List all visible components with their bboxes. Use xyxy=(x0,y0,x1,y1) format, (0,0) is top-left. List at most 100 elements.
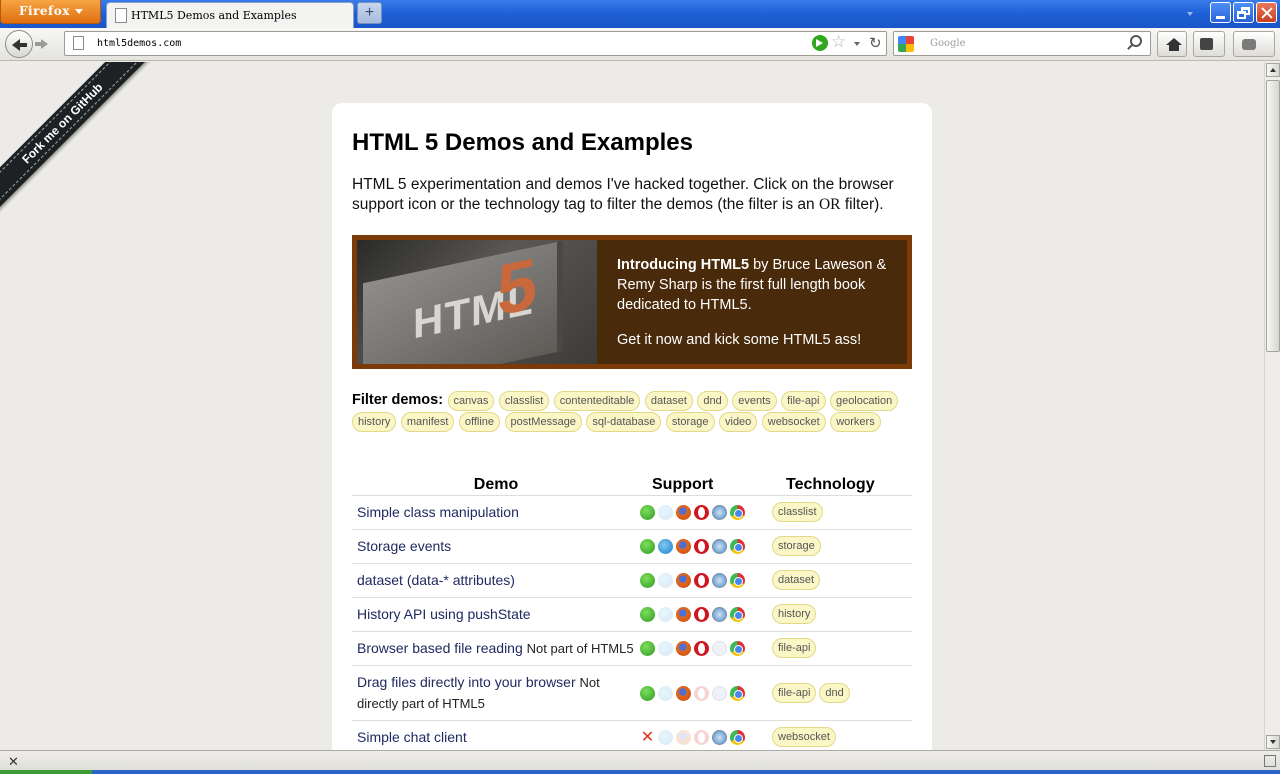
scrollbar-thumb[interactable] xyxy=(1266,80,1280,352)
tech-tag-file-api[interactable]: file-api xyxy=(772,682,817,703)
resize-grip-icon[interactable] xyxy=(1264,755,1276,767)
filter-tag-offline[interactable]: offline xyxy=(458,412,501,432)
ie-icon[interactable] xyxy=(658,573,673,589)
firefox-icon[interactable] xyxy=(676,607,691,623)
close-addon-bar-icon[interactable]: ✕ xyxy=(8,754,19,770)
minimize-button[interactable] xyxy=(1210,2,1231,23)
chrome-icon[interactable] xyxy=(730,607,745,623)
chrome-icon[interactable] xyxy=(730,685,745,701)
demo-link[interactable]: Simple class manipulation xyxy=(357,504,519,520)
filter-tag-manifest[interactable]: manifest xyxy=(400,412,455,432)
tech-tag-file-api[interactable]: file-api xyxy=(772,638,817,658)
ie-icon[interactable] xyxy=(658,685,673,701)
filter-tag-file-api[interactable]: file-api xyxy=(781,391,826,411)
filter-tag-dataset[interactable]: dataset xyxy=(644,391,693,411)
firefox-icon[interactable] xyxy=(676,641,691,657)
search-bar[interactable]: Google xyxy=(893,31,1151,56)
start-button[interactable] xyxy=(0,770,92,774)
ie-icon[interactable] xyxy=(658,730,673,746)
filter-tag-canvas[interactable]: canvas xyxy=(447,391,495,411)
filter-tag-dnd[interactable]: dnd xyxy=(697,391,728,411)
demo-link[interactable]: Browser based file reading xyxy=(357,640,523,656)
chrome-icon[interactable] xyxy=(730,641,745,657)
supported-icon[interactable] xyxy=(640,607,655,623)
opera-icon[interactable] xyxy=(694,505,709,521)
forward-button[interactable] xyxy=(35,36,53,54)
safari-icon[interactable] xyxy=(712,573,727,589)
filter-tag-sql-database[interactable]: sql-database xyxy=(586,412,662,432)
firefox-icon[interactable] xyxy=(676,685,691,701)
tech-tag-classlist[interactable]: classlist xyxy=(772,502,823,522)
firefox-menu-button[interactable]: Firefox xyxy=(0,0,101,24)
demo-link[interactable]: dataset (data-* attributes) xyxy=(357,572,515,588)
list-all-tabs-icon[interactable] xyxy=(1187,12,1193,16)
ie-icon[interactable] xyxy=(658,607,673,623)
site-identity-icon[interactable] xyxy=(73,36,84,50)
demo-link[interactable]: Simple chat client xyxy=(357,729,467,745)
book-promo-banner[interactable]: HTML 5 Introducing HTML5 by Bruce Laweso… xyxy=(352,235,912,369)
scroll-down-button[interactable] xyxy=(1266,735,1280,749)
filter-tag-contenteditable[interactable]: contenteditable xyxy=(553,391,641,411)
firefox-icon[interactable] xyxy=(676,573,691,589)
supported-icon[interactable] xyxy=(640,539,655,555)
safari-icon[interactable] xyxy=(712,539,727,555)
demo-link[interactable]: Storage events xyxy=(357,538,451,554)
demo-link[interactable]: Drag files directly into your browser xyxy=(357,674,576,690)
tab-html5demos[interactable]: HTML5 Demos and Examples xyxy=(106,2,354,28)
filter-tag-classlist[interactable]: classlist xyxy=(498,391,550,411)
url-text[interactable]: html5demos.com xyxy=(97,38,181,49)
chrome-icon[interactable] xyxy=(730,573,745,589)
tech-tag-history[interactable]: history xyxy=(772,604,817,624)
opera-icon[interactable] xyxy=(694,607,709,623)
opera-icon[interactable] xyxy=(694,539,709,555)
ie-icon[interactable] xyxy=(658,505,673,521)
opera-icon[interactable] xyxy=(694,685,709,701)
filter-tag-workers[interactable]: workers xyxy=(830,412,881,432)
safari-icon[interactable] xyxy=(712,607,727,623)
demo-link[interactable]: History API using pushState xyxy=(357,606,531,622)
history-dropdown-icon[interactable] xyxy=(854,42,860,46)
opera-icon[interactable] xyxy=(694,641,709,657)
supported-icon[interactable] xyxy=(640,641,655,657)
address-bar[interactable]: html5demos.com ☆ ↻ xyxy=(64,31,887,56)
tech-tag-websocket[interactable]: websocket xyxy=(772,727,836,747)
firefox-icon[interactable] xyxy=(676,539,691,555)
filter-tag-websocket[interactable]: websocket xyxy=(761,412,826,432)
tech-tag-dataset[interactable]: dataset xyxy=(772,570,821,590)
ie-icon[interactable] xyxy=(658,539,673,555)
chrome-icon[interactable] xyxy=(730,505,745,521)
bookmark-star-icon[interactable]: ☆ xyxy=(831,32,846,52)
addons-button[interactable] xyxy=(1233,31,1275,57)
safari-icon[interactable] xyxy=(712,641,727,657)
bookmarks-menu-button[interactable] xyxy=(1193,31,1225,57)
filter-tag-events[interactable]: events xyxy=(732,391,777,411)
back-button[interactable] xyxy=(5,30,33,58)
reload-icon[interactable]: ↻ xyxy=(869,34,882,52)
search-input[interactable]: Google xyxy=(930,38,966,49)
supported-icon[interactable] xyxy=(640,505,655,521)
filter-tag-postMessage[interactable]: postMessage xyxy=(504,412,582,432)
close-window-button[interactable] xyxy=(1256,2,1277,23)
new-tab-button[interactable]: + xyxy=(357,2,382,24)
filter-tag-storage[interactable]: storage xyxy=(665,412,715,432)
book-cover-image[interactable]: HTML 5 xyxy=(357,240,597,364)
book-title-link[interactable]: Introducing HTML5 xyxy=(617,257,749,273)
safari-icon[interactable] xyxy=(712,730,727,746)
google-engine-icon[interactable] xyxy=(898,36,914,52)
unsupported-icon[interactable]: ✕ xyxy=(640,730,655,746)
supported-icon[interactable] xyxy=(640,573,655,589)
safari-icon[interactable] xyxy=(712,685,727,701)
firefox-icon[interactable] xyxy=(676,730,691,746)
home-button[interactable] xyxy=(1157,31,1187,57)
safari-icon[interactable] xyxy=(712,505,727,521)
tech-tag-dnd[interactable]: dnd xyxy=(819,682,850,703)
ribbon-label[interactable]: Fork me on GitHub xyxy=(0,62,151,212)
fork-on-github-ribbon[interactable]: Fork me on GitHub xyxy=(0,62,155,216)
opera-icon[interactable] xyxy=(694,730,709,746)
chrome-icon[interactable] xyxy=(730,539,745,555)
go-icon[interactable] xyxy=(812,35,828,51)
opera-icon[interactable] xyxy=(694,573,709,589)
filter-tag-geolocation[interactable]: geolocation xyxy=(829,391,899,411)
tech-tag-storage[interactable]: storage xyxy=(772,536,821,556)
filter-tag-video[interactable]: video xyxy=(719,412,758,432)
